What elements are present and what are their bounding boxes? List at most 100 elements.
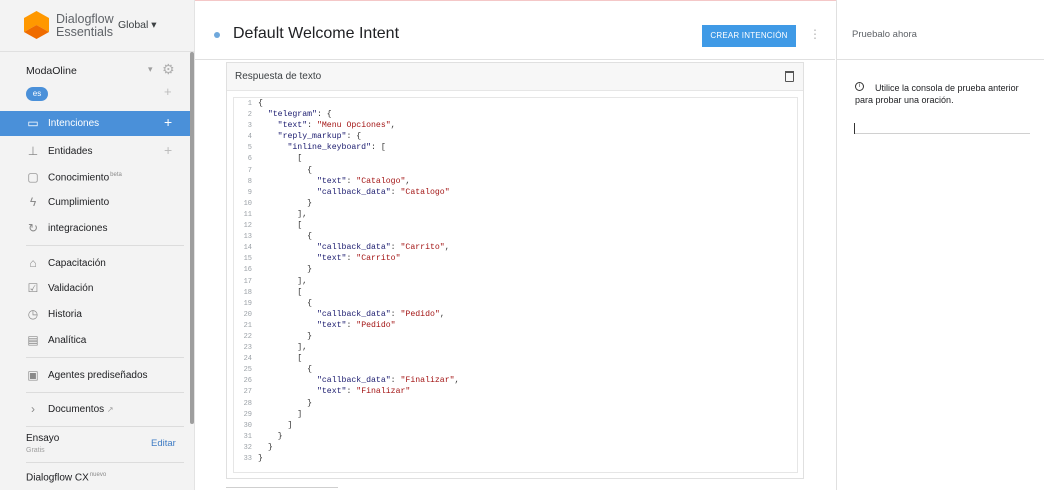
agent-name: ModaOline: [26, 65, 77, 77]
code-line: 26 "callback_data": "Finalizar",: [234, 375, 797, 386]
code-line: 25 {: [234, 364, 797, 375]
add-entity-icon[interactable]: +: [164, 142, 172, 158]
line-number: 16: [243, 266, 252, 275]
sidebar-item-entities[interactable]: ⊥ Entidades +: [0, 139, 190, 164]
code-line: 9 "callback_data": "Catalogo": [234, 187, 797, 198]
brand-name-line2: Essentials: [56, 25, 113, 39]
brand-name: Dialogflow Essentials: [56, 13, 114, 39]
agent-settings-icon[interactable]: ⚙: [162, 61, 175, 78]
code-token: ,: [444, 243, 450, 253]
code-line: 33}: [234, 453, 797, 464]
more-options-icon[interactable]: ⋮: [809, 27, 821, 41]
page-title: Default Welcome Intent: [233, 25, 400, 42]
sidebar-item-docs[interactable]: › Documentos ↗: [0, 397, 190, 422]
code-line: 5 "inline_keyboard": [: [234, 142, 797, 153]
code-line: 18 [: [234, 287, 797, 298]
sidebar-item-validation[interactable]: ☑ Validación: [0, 276, 190, 301]
code-editor[interactable]: 1{2 "telegram": {3 "text": "Menu Opcione…: [233, 97, 798, 473]
divider: [26, 392, 184, 393]
dialogflow-cx-link[interactable]: Dialogflow CXnuevo: [26, 472, 106, 483]
sidebar-item-prebuilt-agents[interactable]: ▣ Agentes prediseñados: [0, 363, 190, 388]
code-line: 8 "text": "Catalogo",: [234, 176, 797, 187]
code-line: 3 "text": "Menu Opciones",: [234, 120, 797, 131]
code-line: 32 }: [234, 442, 797, 453]
code-token: "telegram": [267, 110, 317, 120]
code-token: "Catalogo": [400, 187, 450, 197]
code-token: "reply_markup": [277, 132, 347, 142]
divider: [26, 357, 184, 358]
language-badge[interactable]: es: [26, 87, 48, 101]
line-number: 33: [243, 455, 252, 463]
add-language-icon[interactable]: +: [164, 84, 172, 99]
external-link-icon: ↗: [106, 405, 114, 414]
region-selector[interactable]: Global ▾: [118, 19, 157, 31]
code-token: }: [258, 454, 263, 463]
divider: [26, 245, 184, 246]
line-number: 28: [243, 399, 252, 408]
code-token: ]: [258, 420, 293, 430]
code-token: "inline_keyboard": [287, 143, 372, 153]
code-token: }: [258, 331, 313, 341]
test-console-header: Pruebalo ahora: [837, 8, 1044, 60]
sidebar-item-knowledge[interactable]: ▢ Conocimientobeta: [0, 165, 190, 190]
test-query-input[interactable]: [854, 120, 1030, 134]
sync-icon: ↻: [27, 221, 39, 235]
code-token: :: [390, 309, 401, 319]
sidebar-item-label: Entidades: [48, 146, 93, 157]
trash-icon[interactable]: [785, 71, 794, 82]
code-token: :: [346, 320, 357, 330]
text-response-card: Respuesta de texto 1{2 "telegram": {3 "t…: [226, 62, 804, 479]
text-cursor: [854, 123, 855, 134]
code-token: : [: [371, 143, 386, 153]
sidebar-item-training[interactable]: ⌂ Capacitación: [0, 251, 190, 276]
code-token: : {: [346, 132, 362, 142]
sidebar-item-label: Historia: [48, 309, 82, 320]
code-token: }: [258, 398, 313, 408]
sidebar-item-label: Validación: [48, 283, 94, 294]
create-intent-button[interactable]: CREAR INTENCIÓN: [702, 25, 796, 47]
sidebar-scrollbar[interactable]: [190, 52, 194, 424]
code-token: {: [258, 298, 313, 308]
agent-selector[interactable]: ModaOline ▾ ⚙: [0, 60, 190, 80]
chevron-right-icon: ›: [31, 402, 35, 416]
code-token: "Carrito": [400, 243, 445, 253]
sidebar-item-intents[interactable]: ▭ Intenciones +: [0, 111, 190, 136]
code-token: :: [346, 176, 357, 186]
code-token: "Finalizar": [356, 387, 411, 397]
code-line: 29 ]: [234, 409, 797, 420]
sidebar-item-label: Capacitación: [48, 258, 106, 269]
code-token: "Pedido": [400, 309, 440, 319]
sidebar-item-integrations[interactable]: ↻ integraciones: [0, 216, 190, 241]
code-line: 21 "text": "Pedido": [234, 320, 797, 331]
code-line: 1{: [234, 98, 797, 109]
code-token: {: [258, 232, 313, 242]
code-token: ,: [405, 176, 411, 186]
hierarchy-icon: ⊥: [27, 144, 39, 158]
divider: [26, 426, 184, 427]
agent-dropdown-icon[interactable]: ▾: [148, 64, 153, 75]
test-console: Pruebalo ahora Utilice la consola de pru…: [836, 0, 1044, 490]
code-token: "text": [316, 387, 347, 397]
code-line: 15 "text": "Carrito": [234, 253, 797, 264]
code-token: "Finalizar": [400, 376, 455, 386]
sidebar-item-analytics[interactable]: ▤ Analítica: [0, 328, 190, 353]
card-title: Respuesta de texto: [235, 71, 322, 82]
sidebar-item-history[interactable]: ◷ Historia: [0, 302, 190, 327]
code-line: 24 [: [234, 353, 797, 364]
sidebar: Dialogflow Essentials Global ▾ ModaOline…: [0, 0, 195, 490]
code-line: 12 [: [234, 220, 797, 231]
chat-bubble-icon: ▭: [27, 116, 39, 130]
line-number: 27: [243, 388, 252, 397]
code-token: {: [258, 365, 313, 375]
edit-plan-link[interactable]: Editar: [151, 438, 176, 449]
code-line: 22 }: [234, 331, 797, 342]
code-token: ],: [258, 209, 308, 219]
sidebar-item-fulfillment[interactable]: ϟ Cumplimiento: [0, 190, 190, 215]
code-token: "Menu Opciones": [316, 121, 391, 131]
add-intent-icon[interactable]: +: [164, 114, 172, 130]
